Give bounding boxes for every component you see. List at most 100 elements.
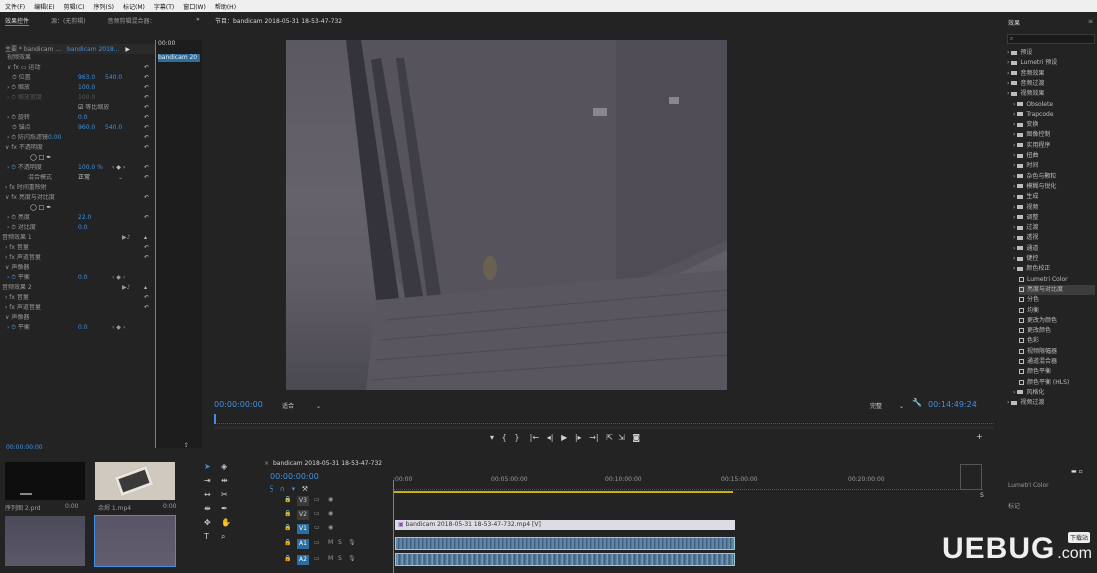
effect-folder[interactable]: › 视频效果 xyxy=(1007,89,1087,99)
flicker-row[interactable]: › ⏱ 防闪烁滤镜 0.00 ↶ xyxy=(0,134,153,142)
add-marker-icon[interactable]: ▾ xyxy=(490,433,494,442)
menu-window[interactable]: 窗口(W) xyxy=(183,2,206,11)
effect-folder[interactable]: › 变换 xyxy=(1013,120,1093,130)
lock-icon[interactable]: 🔒 xyxy=(284,524,291,531)
master-clip-label[interactable]: 主要 * bandicam ... xyxy=(5,46,61,53)
anchor-y-value[interactable]: 540.0 xyxy=(105,124,122,132)
collapse-icon[interactable]: ▴ xyxy=(144,284,147,292)
channel-volume2-row[interactable]: › fx 声道音量 ↶ xyxy=(0,304,153,312)
anchor-row[interactable]: ⏱ 锚点 960.0 540.0 ↶ xyxy=(0,124,153,132)
tab-effect-controls[interactable]: 效果控件 xyxy=(5,18,30,26)
reset-icon[interactable]: ↶ xyxy=(144,294,149,302)
reset-icon[interactable]: ↶ xyxy=(144,94,149,102)
panner2-row[interactable]: ∨ 声像器 xyxy=(0,314,153,322)
linked-selection-icon[interactable]: ∩ xyxy=(280,485,285,493)
anchor-x-value[interactable]: 960.0 xyxy=(78,124,95,132)
rect-mask-icon[interactable]: □ xyxy=(39,154,45,161)
go-to-in-icon[interactable]: |← xyxy=(530,433,539,442)
effect-item[interactable]: Lumetri Color xyxy=(1019,275,1097,285)
ripple-edit-tool-icon[interactable]: ⇥ xyxy=(204,476,211,485)
flicker-value[interactable]: 0.00 xyxy=(48,134,61,142)
effects-panel-title[interactable]: 效果 xyxy=(1008,18,1020,27)
eye-icon[interactable]: ◉ xyxy=(328,496,333,503)
reset-icon[interactable]: ↶ xyxy=(144,244,149,252)
position-y-value[interactable]: 540.0 xyxy=(105,74,122,82)
effect-item[interactable]: 更改颜色 xyxy=(1019,326,1097,336)
menu-clip[interactable]: 剪辑(C) xyxy=(64,2,85,11)
reset-icon[interactable]: ↶ xyxy=(144,124,149,132)
sequence-tab[interactable]: bandicam 2018-05-31 18-53-47-732 xyxy=(273,460,382,467)
effect-folder[interactable]: › Obsolete xyxy=(1013,100,1093,110)
magnifier-icon[interactable]: ⌕ xyxy=(221,532,225,542)
effect-folder[interactable]: › 杂色与颗粒 xyxy=(1013,172,1093,182)
reset-icon[interactable]: ↶ xyxy=(144,144,149,152)
effect-folder[interactable]: › 时间 xyxy=(1013,161,1093,171)
keyframe-nav-icon[interactable]: ‹ ◆ › xyxy=(112,274,125,282)
project-item-2[interactable] xyxy=(95,462,175,500)
audio-effects-1-row[interactable]: 音频效果 1 ▶♪ ▴ xyxy=(0,234,153,242)
work-area-bar[interactable] xyxy=(393,491,733,493)
ellipse-mask-icon[interactable]: ◯ xyxy=(30,154,37,161)
contrast-row[interactable]: › ⏱ 对比度 0.0 xyxy=(0,224,153,232)
ec-mini-timeline[interactable]: 00:00 bandicam 20 xyxy=(155,40,202,448)
export-frame-icon[interactable]: ⇪ xyxy=(184,442,189,449)
balance-row[interactable]: › ⏱ 平衡 0.0 ‹ ◆ › xyxy=(0,274,153,282)
sync-icon[interactable]: ▭ xyxy=(314,496,320,503)
effect-item[interactable]: 色彩 xyxy=(1019,336,1097,346)
effect-folder[interactable]: › 生成 xyxy=(1013,192,1093,202)
slip-tool-icon[interactable]: ⇼ xyxy=(204,504,211,513)
effect-folder[interactable]: › 风格化 xyxy=(1013,388,1093,398)
markers-tab[interactable]: 标记 xyxy=(1008,501,1020,510)
wrench-icon[interactable]: 🔧 xyxy=(912,398,922,407)
razor-tool-icon[interactable]: ✂ xyxy=(221,490,228,499)
effect-folder[interactable]: › 透视 xyxy=(1013,233,1093,243)
lock-icon[interactable]: 🔒 xyxy=(284,510,291,517)
rotation-row[interactable]: › ⏱ 旋转 0.0 ↶ xyxy=(0,114,153,122)
snap-icon[interactable]: ⫓ xyxy=(270,485,273,493)
reset-icon[interactable]: ↶ xyxy=(144,114,149,122)
time-remap-row[interactable]: › fx 时间重映射 xyxy=(0,184,153,192)
rotation-value[interactable]: 0.0 xyxy=(78,114,88,122)
audio-clip-a1[interactable] xyxy=(395,537,735,550)
ellipse-mask-icon[interactable]: ◯ xyxy=(30,204,37,211)
effect-folder[interactable]: › 模糊与锐化 xyxy=(1013,182,1093,192)
reset-icon[interactable]: ↶ xyxy=(144,164,149,172)
selection-tool-icon[interactable]: ➤ xyxy=(204,462,211,471)
effect-folder[interactable]: › 视频 xyxy=(1013,203,1093,213)
collapse-icon[interactable]: ▴ xyxy=(144,234,147,242)
mark-out-icon[interactable]: } xyxy=(514,433,519,442)
mic-icon[interactable]: 🎙 xyxy=(348,555,356,562)
quality-dropdown[interactable]: 完整 ⌄ xyxy=(870,401,904,410)
reset-icon[interactable]: ↶ xyxy=(144,74,149,82)
uniform-scale-row[interactable]: ☑ 等比缩放 ↶ xyxy=(0,104,153,112)
effect-folder[interactable]: › 音频过渡 xyxy=(1007,79,1087,89)
eye-icon[interactable]: ◉ xyxy=(328,524,333,531)
track-a1[interactable]: 🔒 A1 ▭ M S 🎙 xyxy=(270,538,390,550)
track-v2-label[interactable]: V2 xyxy=(297,510,309,520)
effect-folder[interactable]: › Lumetri 预设 xyxy=(1007,58,1087,68)
mic-icon[interactable]: 🎙 xyxy=(348,539,356,546)
settings-wrench-icon[interactable]: ⚒ xyxy=(302,485,308,493)
program-timecode[interactable]: 00:00:00:00 xyxy=(214,400,263,409)
fit-dropdown[interactable]: 适合 ⌄ xyxy=(282,401,321,410)
camera-icon[interactable]: ◙ xyxy=(632,433,640,442)
effect-item[interactable]: 视频限幅器 xyxy=(1019,347,1097,357)
hand-tool-icon[interactable]: ✥ xyxy=(204,518,211,527)
track-a2[interactable]: 🔒 A2 ▭ M S 🎙 xyxy=(270,554,390,566)
balance2-row[interactable]: › ⏱ 平衡 0.0 ‹ ◆ › xyxy=(0,324,153,332)
effect-folder[interactable]: › 颜色校正 xyxy=(1013,264,1093,274)
rolling-edit-tool-icon[interactable]: ⇹ xyxy=(221,476,228,485)
lock-icon[interactable]: 🔒 xyxy=(284,555,291,562)
effect-item[interactable]: 颜色平衡 (HLS) xyxy=(1019,378,1097,388)
sync-icon[interactable]: ▭ xyxy=(314,555,320,562)
position-x-value[interactable]: 963.0 xyxy=(78,74,95,82)
effect-item[interactable]: 颜色平衡 xyxy=(1019,367,1097,377)
blend-mode-row[interactable]: 混合模式 正常 ⌄ ↶ xyxy=(0,174,153,182)
ec-timecode[interactable]: 00:00:00:00 xyxy=(6,444,43,451)
opacity-row[interactable]: › ⏱ 不透明度 100.0 % ‹ ◆ › ↶ xyxy=(0,164,153,172)
audio-clip-a2[interactable] xyxy=(395,553,735,566)
effect-folder[interactable]: › 调整 xyxy=(1013,213,1093,223)
zoom-tool-icon[interactable]: ✋ xyxy=(221,518,231,527)
add-button-icon[interactable]: + xyxy=(976,432,983,441)
brightness-row[interactable]: › ⏱ 亮度 22.0 ↶ xyxy=(0,214,153,222)
